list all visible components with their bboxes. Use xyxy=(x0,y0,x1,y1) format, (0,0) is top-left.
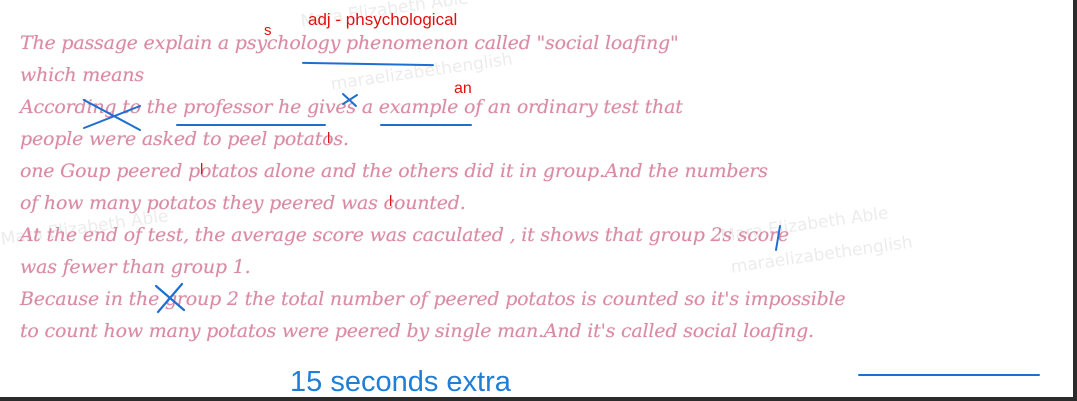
frame-edge-bottom xyxy=(0,397,1077,401)
annotation-marks xyxy=(83,93,781,314)
annotated-essay-canvas: Mara Elizabeth Able maraelizabethenglish… xyxy=(0,0,1077,401)
extra-time-note: 15 seconds extra xyxy=(290,366,511,398)
insert-mark xyxy=(775,225,781,251)
frame-edge-right xyxy=(1073,0,1077,401)
cross-mark xyxy=(156,282,184,314)
